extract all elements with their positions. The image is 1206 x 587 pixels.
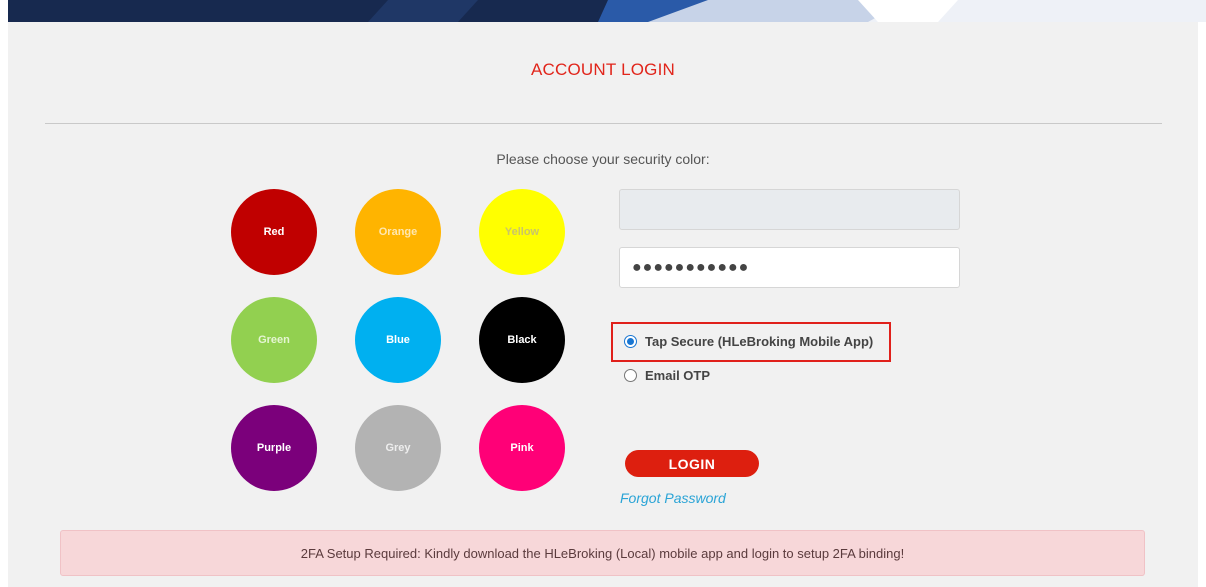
color-swatch-label: Yellow: [504, 226, 540, 238]
2fa-alert: 2FA Setup Required: Kindly download the …: [60, 530, 1145, 576]
banner-graphic: [8, 0, 1206, 22]
color-swatch-label: Blue: [386, 334, 410, 346]
security-color-grid: Red Orange Yellow Green Blue Black Purpl…: [231, 189, 566, 491]
color-swatch-grey[interactable]: Grey: [355, 405, 441, 491]
color-swatch-orange[interactable]: Orange: [355, 189, 441, 275]
tap-secure-radio[interactable]: [624, 335, 637, 348]
color-swatch-label: Red: [263, 226, 285, 238]
username-input[interactable]: [619, 189, 960, 230]
color-swatch-label: Pink: [510, 442, 534, 454]
security-color-prompt: Please choose your security color:: [496, 151, 710, 167]
color-swatch-green[interactable]: Green: [231, 297, 317, 383]
color-swatch-blue[interactable]: Blue: [355, 297, 441, 383]
color-swatch-yellow[interactable]: Yellow: [479, 189, 565, 275]
page-title: ACCOUNT LOGIN: [531, 60, 675, 79]
color-swatch-label: Grey: [385, 442, 411, 454]
forgot-password-link[interactable]: Forgot Password: [620, 490, 726, 506]
2fa-alert-message: 2FA Setup Required: Kindly download the …: [300, 545, 905, 561]
header-banner: [8, 0, 1206, 22]
color-swatch-black[interactable]: Black: [479, 297, 565, 383]
login-panel: ACCOUNT LOGIN Please choose your securit…: [8, 22, 1198, 587]
color-swatch-pink[interactable]: Pink: [479, 405, 565, 491]
auth-option-email-otp[interactable]: Email OTP: [624, 368, 710, 383]
login-page: ACCOUNT LOGIN Please choose your securit…: [0, 0, 1206, 587]
title-divider: [45, 123, 1162, 124]
color-swatch-label: Green: [258, 334, 290, 346]
color-swatch-label: Purple: [256, 442, 292, 454]
color-swatch-red[interactable]: Red: [231, 189, 317, 275]
email-otp-label: Email OTP: [645, 368, 711, 383]
color-swatch-label: Orange: [378, 226, 418, 238]
auth-option-tap-secure[interactable]: Tap Secure (HLeBroking Mobile App): [624, 334, 873, 349]
email-otp-radio[interactable]: [624, 369, 637, 382]
tap-secure-label: Tap Secure (HLeBroking Mobile App): [645, 334, 874, 349]
password-input[interactable]: [619, 247, 960, 288]
login-button[interactable]: LOGIN: [625, 450, 759, 477]
color-swatch-label: Black: [507, 334, 537, 346]
color-swatch-purple[interactable]: Purple: [231, 405, 317, 491]
